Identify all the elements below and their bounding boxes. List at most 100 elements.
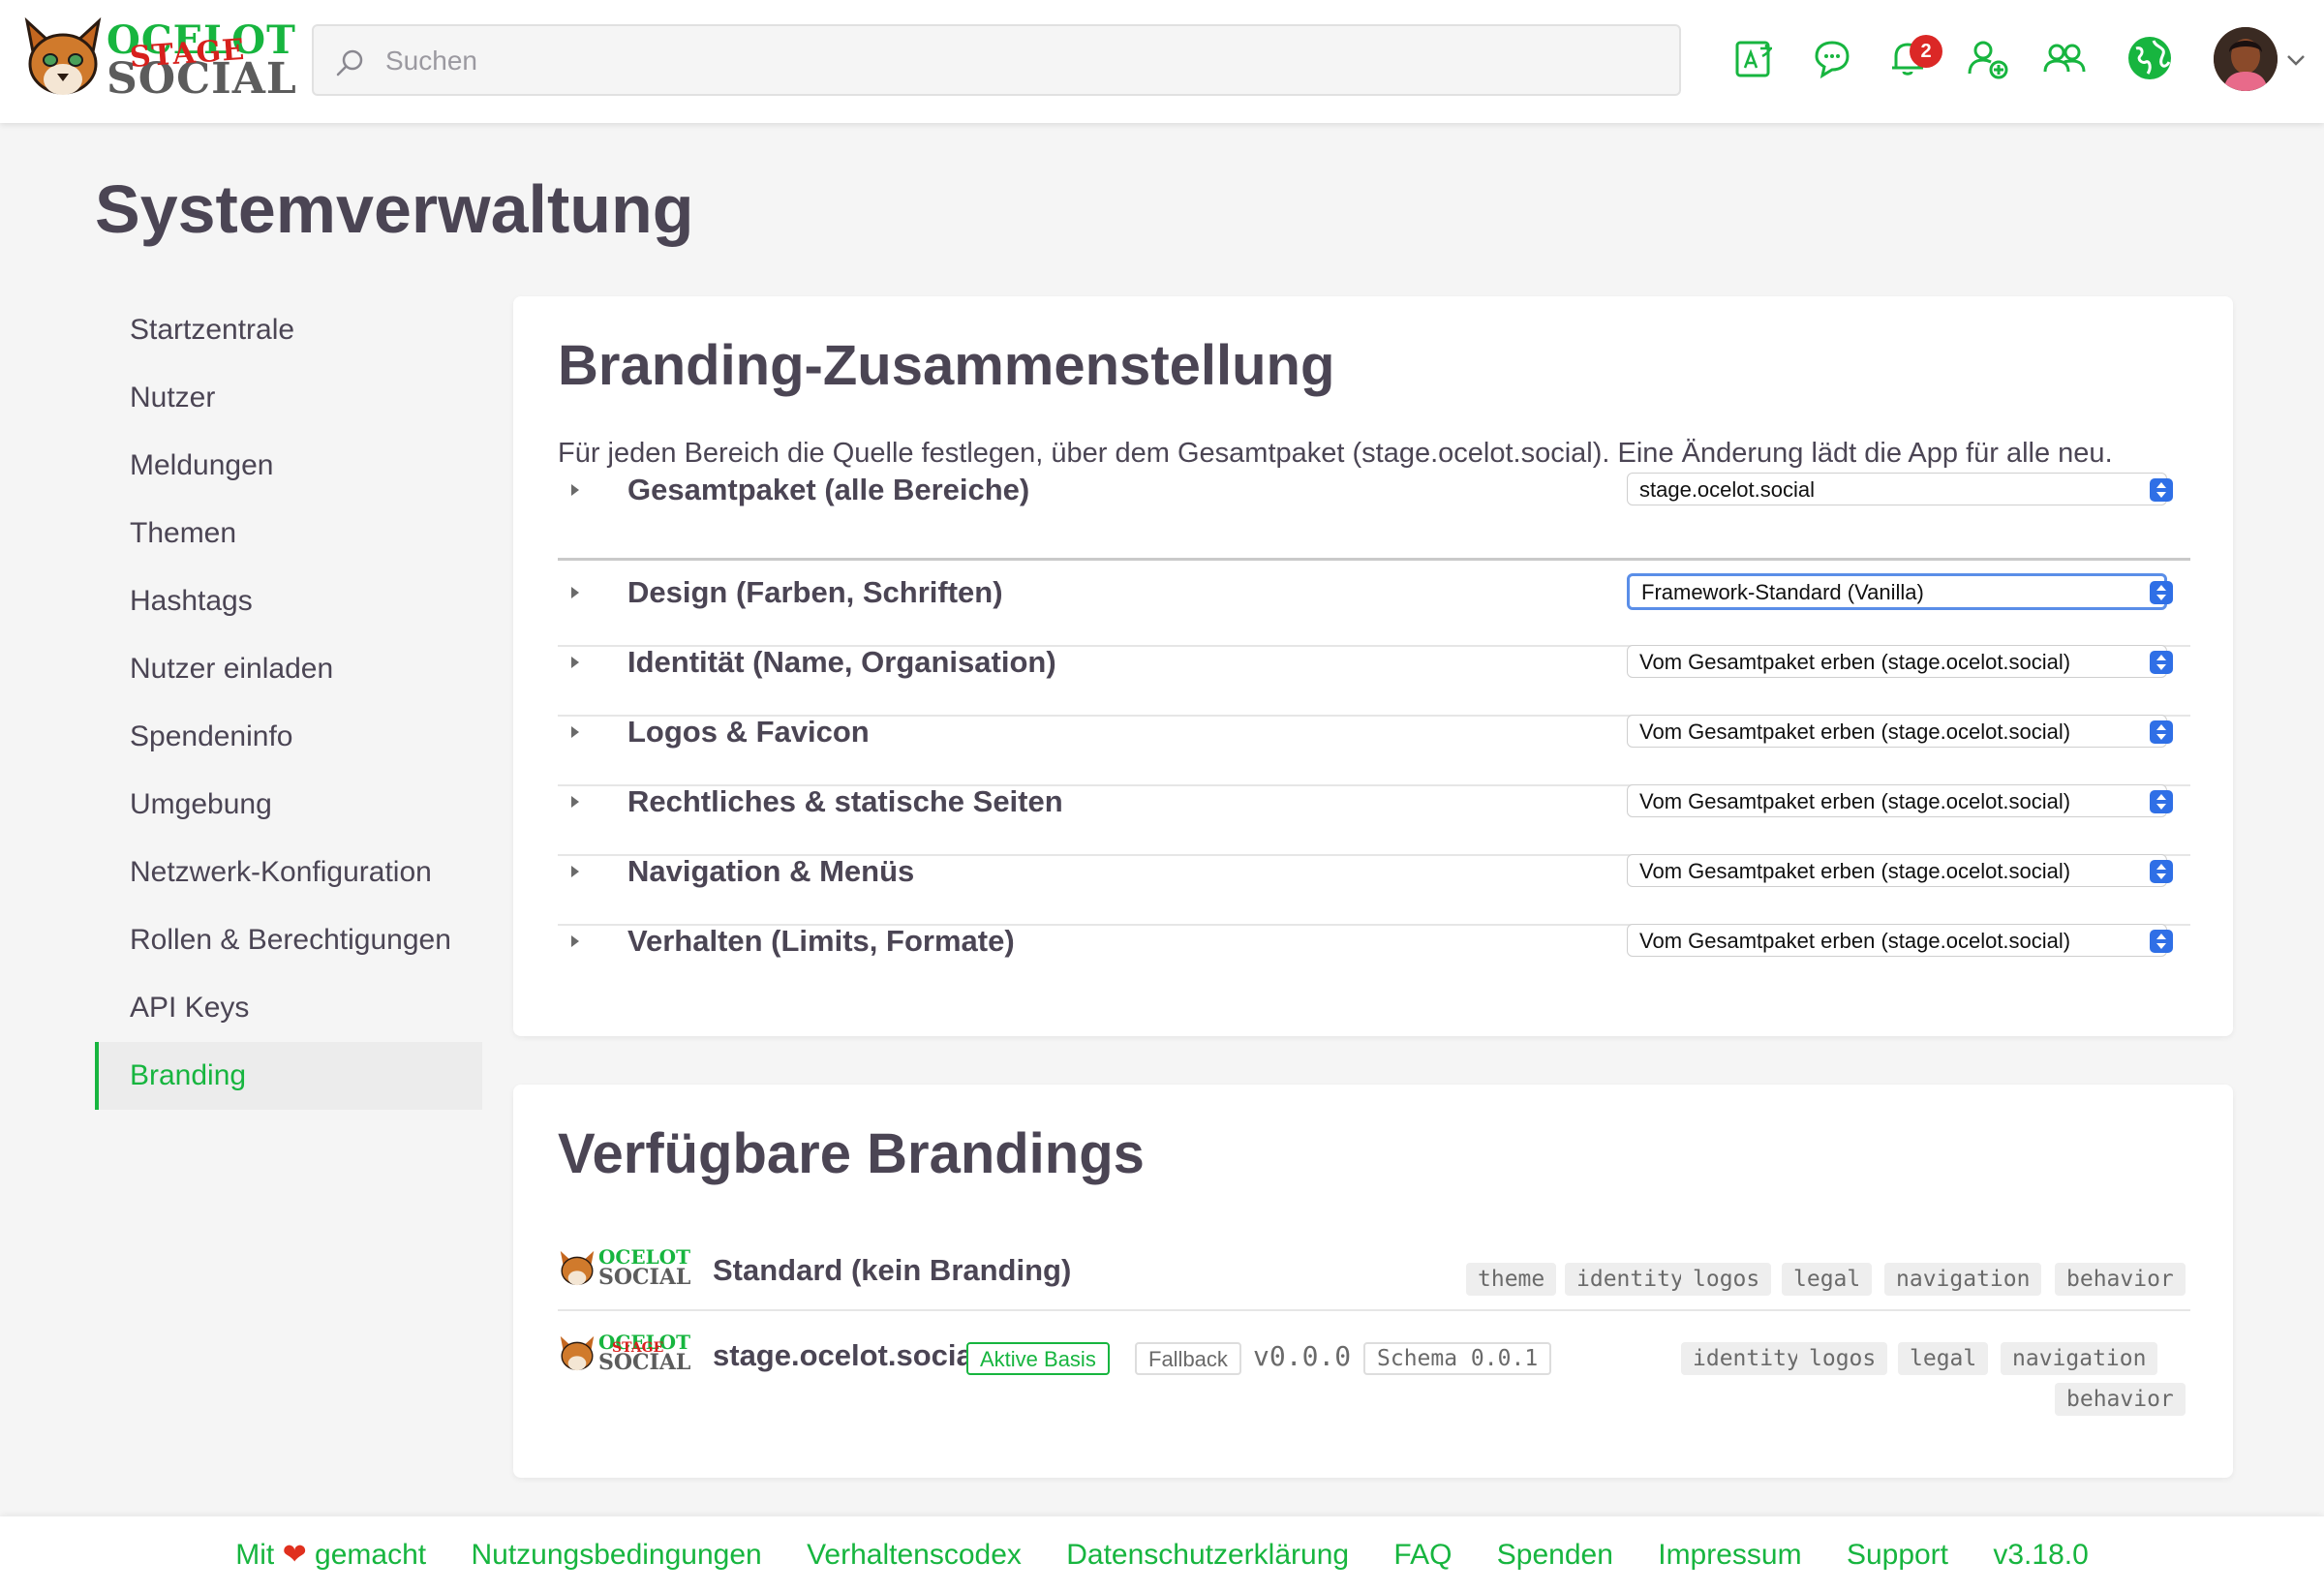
area-tag: identity (1681, 1342, 1812, 1375)
search-input[interactable] (385, 40, 1644, 82)
sidebar-item-rollen-berechtigungen[interactable]: Rollen & Berechtigungen (95, 906, 482, 974)
area-tag: theme (1466, 1263, 1557, 1296)
expand-arrow-icon[interactable] (571, 657, 579, 668)
sidebar-item-startzentrale[interactable]: Startzentrale (95, 296, 482, 364)
ocelot-stage-logo: OCELOT SOCIAL STAGE (558, 1331, 690, 1375)
sidebar-item-netzwerk-konfiguration[interactable]: Netzwerk-Konfiguration (95, 839, 482, 906)
branding-item-standard: OCELOT SOCIAL Standard (kein Branding) t… (558, 1245, 2190, 1303)
area-tag: legal (1898, 1342, 1989, 1375)
sidebar-item-meldungen[interactable]: Meldungen (95, 432, 482, 500)
fallback-badge: Fallback (1135, 1342, 1241, 1375)
footer-link-verhaltenscodex[interactable]: Verhaltenscodex (807, 1539, 1022, 1571)
ocelot-logo: OCELOT SOCIAL (558, 1245, 690, 1290)
made-with-love: Mit ❤ gemacht (235, 1539, 426, 1571)
row-label: Identität (Name, Organisation) (627, 645, 1056, 679)
area-tag: navigation (1884, 1263, 2042, 1296)
source-select-gesamtpaket[interactable]: stage.ocelot.social (1627, 473, 2167, 505)
row-label: Verhalten (Limits, Formate) (627, 924, 1015, 958)
admin-sidebar: Startzentrale Nutzer Meldungen Themen Ha… (95, 296, 482, 1110)
notification-badge: 2 (1910, 35, 1942, 68)
made-with-suffix: gemacht (315, 1539, 427, 1571)
app-logo[interactable]: OCELOT SOCIAL STAGE (21, 15, 296, 104)
sidebar-item-themen[interactable]: Themen (95, 500, 482, 567)
page-title: Systemverwaltung (95, 171, 694, 247)
branding-name: Standard (kein Branding) (713, 1253, 1072, 1287)
footer-version[interactable]: v3.18.0 (1993, 1539, 2088, 1571)
footer-link-nutzungsbedingungen[interactable]: Nutzungsbedingungen (471, 1539, 761, 1571)
composition-row-rechtliches: Rechtliches & statische Seiten Vom Gesam… (558, 767, 2190, 837)
row-label: Design (Farben, Schriften) (627, 575, 1003, 609)
chevron-down-icon[interactable] (2285, 53, 2307, 67)
composition-row-identitaet: Identität (Name, Organisation) Vom Gesam… (558, 628, 2190, 697)
logo-text-stage: STAGE (612, 1340, 664, 1356)
top-header: OCELOT SOCIAL STAGE 2 (0, 0, 2324, 123)
area-tag: behavior (2055, 1383, 2186, 1416)
source-select-rechtliches[interactable]: Vom Gesamtpaket erben (stage.ocelot.soci… (1627, 784, 2167, 817)
footer-links: Mit ❤ gemacht Nutzungsbedingungen Verhal… (0, 1538, 2324, 1572)
made-with-prefix: Mit (235, 1539, 275, 1571)
avatar[interactable] (2214, 27, 2278, 91)
users-icon[interactable] (2041, 35, 2088, 81)
area-tag: logos (1797, 1342, 1888, 1375)
user-plus-icon[interactable] (1964, 35, 2010, 81)
expand-arrow-icon[interactable] (571, 796, 579, 808)
area-tag: logos (1681, 1263, 1772, 1296)
sidebar-item-branding[interactable]: Branding (95, 1042, 482, 1110)
branding-composition-card: Branding-Zusammenstellung Für jeden Bere… (513, 296, 2233, 1036)
footer-link-spenden[interactable]: Spenden (1497, 1539, 1613, 1571)
area-tag: legal (1782, 1263, 1873, 1296)
composition-title: Branding-Zusammenstellung (558, 334, 1335, 397)
composition-row-design: Design (Farben, Schriften) Framework-Sta… (558, 558, 2190, 628)
composition-row-gesamtpaket: Gesamtpaket (alle Bereiche) stage.ocelot… (558, 455, 2190, 525)
sidebar-item-umgebung[interactable]: Umgebung (95, 771, 482, 839)
ocelot-face-icon (560, 1250, 595, 1286)
row-label: Rechtliches & statische Seiten (627, 784, 1063, 818)
expand-arrow-icon[interactable] (571, 726, 579, 738)
source-select-verhalten[interactable]: Vom Gesamtpaket erben (stage.ocelot.soci… (1627, 924, 2167, 957)
divider (558, 1309, 2190, 1311)
footer-link-support[interactable]: Support (1847, 1539, 1948, 1571)
globe-icon[interactable] (2125, 33, 2175, 83)
row-label: Navigation & Menüs (627, 854, 915, 888)
branding-item-stage: OCELOT SOCIAL STAGE stage.ocelot.social … (558, 1331, 2190, 1437)
row-label: Logos & Favicon (627, 715, 870, 749)
logo-text-bottom: SOCIAL (598, 1265, 691, 1290)
composition-row-navigation: Navigation & Menüs Vom Gesamtpaket erben… (558, 837, 2190, 906)
branding-name: stage.ocelot.social (713, 1338, 982, 1372)
sidebar-item-api-keys[interactable]: API Keys (95, 974, 482, 1042)
footer-link-impressum[interactable]: Impressum (1658, 1539, 1801, 1571)
area-tag: behavior (2055, 1263, 2186, 1296)
expand-arrow-icon[interactable] (571, 484, 579, 496)
expand-arrow-icon[interactable] (571, 587, 579, 598)
row-label: Gesamtpaket (alle Bereiche) (627, 473, 1030, 506)
available-title: Verfügbare Brandings (558, 1122, 1145, 1185)
ocelot-face-icon (560, 1335, 595, 1371)
search-icon (336, 49, 363, 77)
sidebar-item-nutzer[interactable]: Nutzer (95, 364, 482, 432)
sidebar-item-hashtags[interactable]: Hashtags (95, 567, 482, 635)
translate-icon[interactable] (1731, 35, 1778, 81)
area-tag: identity (1565, 1263, 1696, 1296)
chat-icon[interactable] (1809, 35, 1855, 81)
source-select-identitaet[interactable]: Vom Gesamtpaket erben (stage.ocelot.soci… (1627, 645, 2167, 678)
area-tag: navigation (2001, 1342, 2158, 1375)
available-brandings-card: Verfügbare Brandings OCELOT SOCIAL Stand… (513, 1085, 2233, 1478)
ocelot-face-icon (24, 17, 102, 95)
schema-tag: Schema 0.0.1 (1363, 1342, 1552, 1375)
source-select-design[interactable]: Framework-Standard (Vanilla) (1627, 573, 2167, 610)
version-label: v0.0.0 (1253, 1340, 1352, 1372)
composition-row-logos: Logos & Favicon Vom Gesamtpaket erben (s… (558, 697, 2190, 767)
heart-icon: ❤ (282, 1539, 307, 1571)
footer-link-datenschutz[interactable]: Datenschutzerklärung (1066, 1539, 1349, 1571)
sidebar-item-nutzer-einladen[interactable]: Nutzer einladen (95, 635, 482, 703)
sidebar-item-spendeninfo[interactable]: Spendeninfo (95, 703, 482, 771)
expand-arrow-icon[interactable] (571, 866, 579, 877)
source-select-logos[interactable]: Vom Gesamtpaket erben (stage.ocelot.soci… (1627, 715, 2167, 748)
composition-row-verhalten: Verhalten (Limits, Formate) Vom Gesamtpa… (558, 906, 2190, 976)
footer-link-faq[interactable]: FAQ (1393, 1539, 1452, 1571)
expand-arrow-icon[interactable] (571, 935, 579, 947)
active-base-badge: Aktive Basis (966, 1342, 1110, 1375)
source-select-navigation[interactable]: Vom Gesamtpaket erben (stage.ocelot.soci… (1627, 854, 2167, 887)
user-photo-icon (2214, 27, 2278, 91)
search-box[interactable] (312, 24, 1681, 96)
